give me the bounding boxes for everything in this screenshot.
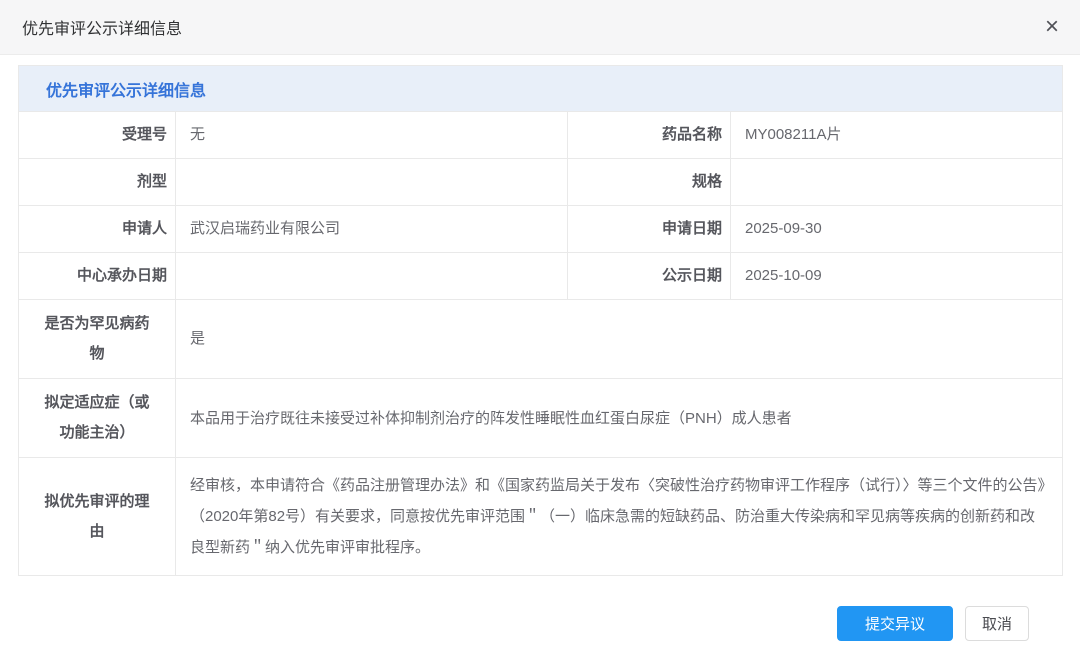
rare-disease-flag-value: 是 xyxy=(176,300,1063,379)
priority-review-reason-label: 拟优先审评的理由 xyxy=(19,458,176,576)
table-row: 拟定适应症（或功能主治） 本品用于治疗既往未接受过补体抑制剂治疗的阵发性睡眠性血… xyxy=(19,379,1063,458)
proposed-indication-value: 本品用于治疗既往未接受过补体抑制剂治疗的阵发性睡眠性血红蛋白尿症（PNH）成人患… xyxy=(176,379,1063,458)
section-title: 优先审评公示详细信息 xyxy=(46,83,206,100)
submit-objection-button[interactable]: 提交异议 xyxy=(837,606,953,641)
table-row: 拟优先审评的理由 经审核，本申请符合《药品注册管理办法》和《国家药监局关于发布〈… xyxy=(19,458,1063,576)
table-row: 申请人 武汉启瑞药业有限公司 申请日期 2025-09-30 xyxy=(19,206,1063,253)
dialog-footer: 提交异议 取消 xyxy=(18,576,1062,641)
dialog-titlebar: 优先审评公示详细信息 × xyxy=(0,0,1080,55)
dialog-title: 优先审评公示详细信息 xyxy=(22,15,182,39)
specification-label: 规格 xyxy=(568,159,731,206)
application-date-label: 申请日期 xyxy=(568,206,731,253)
specification-value xyxy=(731,159,1063,206)
applicant-label: 申请人 xyxy=(19,206,176,253)
dosage-form-label: 剂型 xyxy=(19,159,176,206)
applicant-value: 武汉启瑞药业有限公司 xyxy=(176,206,568,253)
application-date-value: 2025-09-30 xyxy=(731,206,1063,253)
priority-review-reason-value: 经审核，本申请符合《药品注册管理办法》和《国家药监局关于发布〈突破性治疗药物审评… xyxy=(176,458,1063,576)
publicity-date-value: 2025-10-09 xyxy=(731,253,1063,300)
drug-name-label: 药品名称 xyxy=(568,112,731,159)
cancel-button[interactable]: 取消 xyxy=(965,606,1029,641)
proposed-indication-label: 拟定适应症（或功能主治） xyxy=(19,379,176,458)
publicity-date-label: 公示日期 xyxy=(568,253,731,300)
rare-disease-flag-label: 是否为罕见病药物 xyxy=(19,300,176,379)
detail-table: 优先审评公示详细信息 受理号 无 药品名称 MY008211A片 剂型 规格 申 xyxy=(18,65,1063,576)
priority-review-detail-dialog: 优先审评公示详细信息 × 优先审评公示详细信息 受理号 无 药品名称 MY008… xyxy=(0,0,1080,660)
acceptance-no-label: 受理号 xyxy=(19,112,176,159)
drug-name-value: MY008211A片 xyxy=(731,112,1063,159)
section-header-row: 优先审评公示详细信息 xyxy=(19,66,1063,112)
dosage-form-value xyxy=(176,159,568,206)
table-row: 剂型 规格 xyxy=(19,159,1063,206)
table-row: 中心承办日期 公示日期 2025-10-09 xyxy=(19,253,1063,300)
center-acceptance-date-label: 中心承办日期 xyxy=(19,253,176,300)
center-acceptance-date-value xyxy=(176,253,568,300)
dialog-body: 优先审评公示详细信息 受理号 无 药品名称 MY008211A片 剂型 规格 申 xyxy=(0,55,1080,641)
table-row: 受理号 无 药品名称 MY008211A片 xyxy=(19,112,1063,159)
table-row: 是否为罕见病药物 是 xyxy=(19,300,1063,379)
close-icon[interactable]: × xyxy=(1036,11,1068,43)
section-header-cell: 优先审评公示详细信息 xyxy=(19,66,1063,112)
acceptance-no-value: 无 xyxy=(176,112,568,159)
